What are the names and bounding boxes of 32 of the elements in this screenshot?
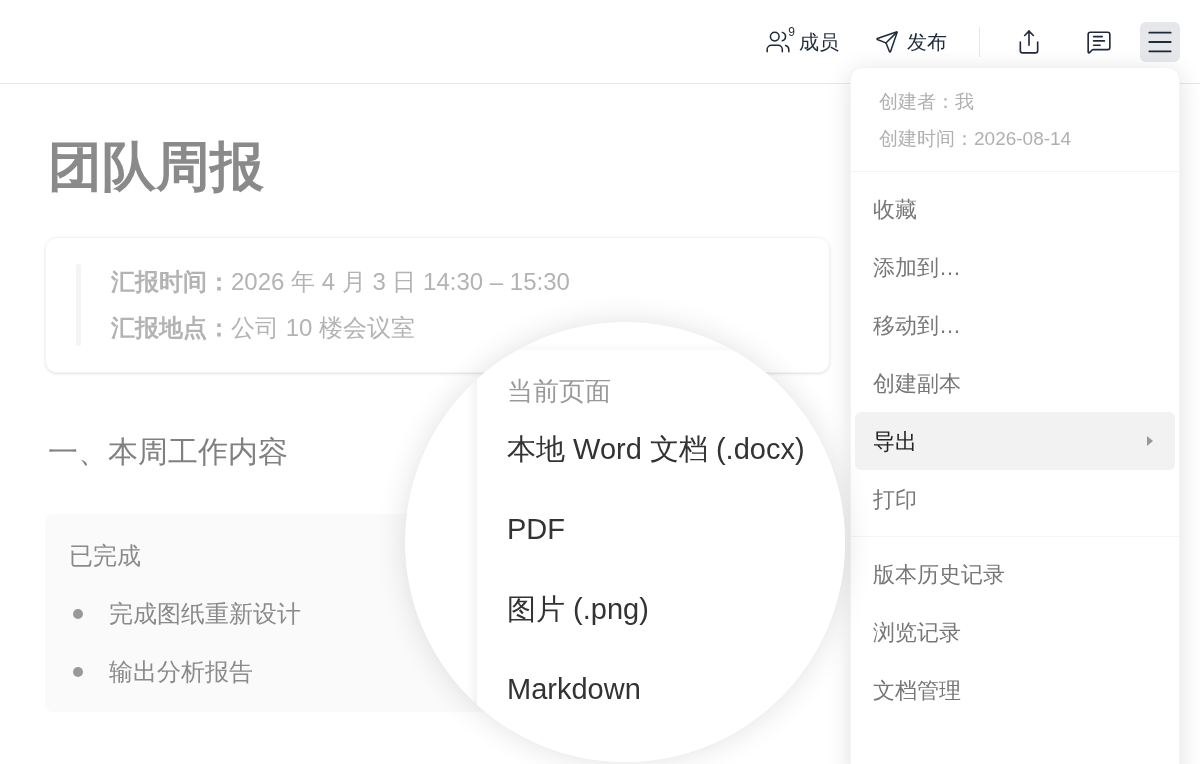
document-title: 团队周报 bbox=[48, 139, 265, 193]
section-heading: 一、本周工作内容 bbox=[48, 434, 288, 470]
info-value: 公司 10 楼会议室 bbox=[231, 313, 416, 343]
member-count: 9 bbox=[788, 23, 795, 41]
menu-item[interactable]: 文档管理 bbox=[855, 661, 1175, 719]
list-item: 完成图纸重新设计 bbox=[109, 599, 301, 629]
menu-item[interactable]: 导出 bbox=[855, 412, 1175, 470]
menu-item[interactable]: 添加到… bbox=[855, 238, 1175, 296]
submenu-item[interactable]: 图片 (.png) bbox=[507, 588, 845, 668]
menu-item[interactable]: 创建副本 bbox=[855, 354, 1175, 412]
publish-button[interactable]: 发布 bbox=[875, 26, 947, 57]
menu-item[interactable]: 移动到… bbox=[855, 296, 1175, 354]
info-label: 汇报时间： bbox=[111, 267, 231, 297]
menu-item[interactable]: 收藏 bbox=[855, 180, 1175, 238]
menu-item[interactable]: 版本历史记录 bbox=[855, 545, 1175, 603]
menu-item[interactable]: 打印 bbox=[855, 470, 1175, 528]
submenu-item[interactable]: 本地 Word 文档 (.docx) bbox=[507, 428, 845, 508]
card-title: 已完成 bbox=[69, 541, 142, 571]
submenu-heading: 当前页面 bbox=[507, 375, 612, 408]
info-value: 2026 年 4 月 3 日 14:30 – 15:30 bbox=[231, 267, 570, 297]
list-item: 输出分析报告 bbox=[109, 657, 253, 687]
comment-icon bbox=[1086, 28, 1112, 55]
meta-text: 创建者：我 bbox=[879, 90, 975, 114]
submenu-item[interactable]: PDF bbox=[507, 508, 845, 588]
bullet-icon bbox=[73, 667, 83, 677]
menu-item[interactable]: 浏览记录 bbox=[855, 603, 1175, 661]
menu-button[interactable] bbox=[1140, 21, 1180, 62]
send-icon bbox=[875, 29, 899, 54]
bullet-icon bbox=[73, 609, 83, 619]
submenu-item[interactable]: Markdown bbox=[507, 668, 845, 748]
info-label: 汇报地点： bbox=[111, 313, 231, 343]
meta-text: 创建时间：2026-08-14 bbox=[879, 126, 1073, 151]
